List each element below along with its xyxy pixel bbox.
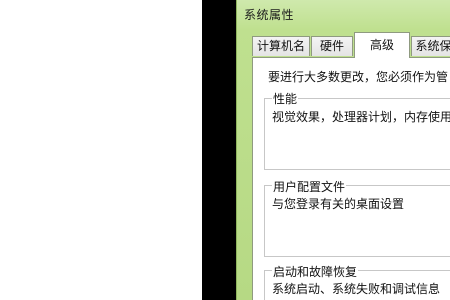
startup-recovery-title: 启动和故障恢复 <box>272 263 359 280</box>
performance-title: 性能 <box>272 90 299 107</box>
user-profiles-title: 用户配置文件 <box>272 178 347 195</box>
admin-notice-text: 要进行大多数更改，您必须作为管 <box>268 70 449 84</box>
startup-recovery-description: 系统启动、系统失败和调试信息 <box>272 282 441 296</box>
user-profiles-description: 与您登录有关的桌面设置 <box>272 197 405 211</box>
tab-system-protection[interactable]: 系统保 <box>411 36 450 56</box>
screen: 系统属性 计算机名 硬件 高级 系统保 要进行大多数更改，您必须作为管 性能 视… <box>0 0 450 300</box>
tab-hardware[interactable]: 硬件 <box>311 36 353 56</box>
tab-computer-name[interactable]: 计算机名 <box>252 36 310 56</box>
performance-description: 视觉效果，处理器计划，内存使用 <box>272 110 450 124</box>
window-title: 系统属性 <box>244 8 295 22</box>
tab-advanced[interactable]: 高级 <box>354 32 410 58</box>
